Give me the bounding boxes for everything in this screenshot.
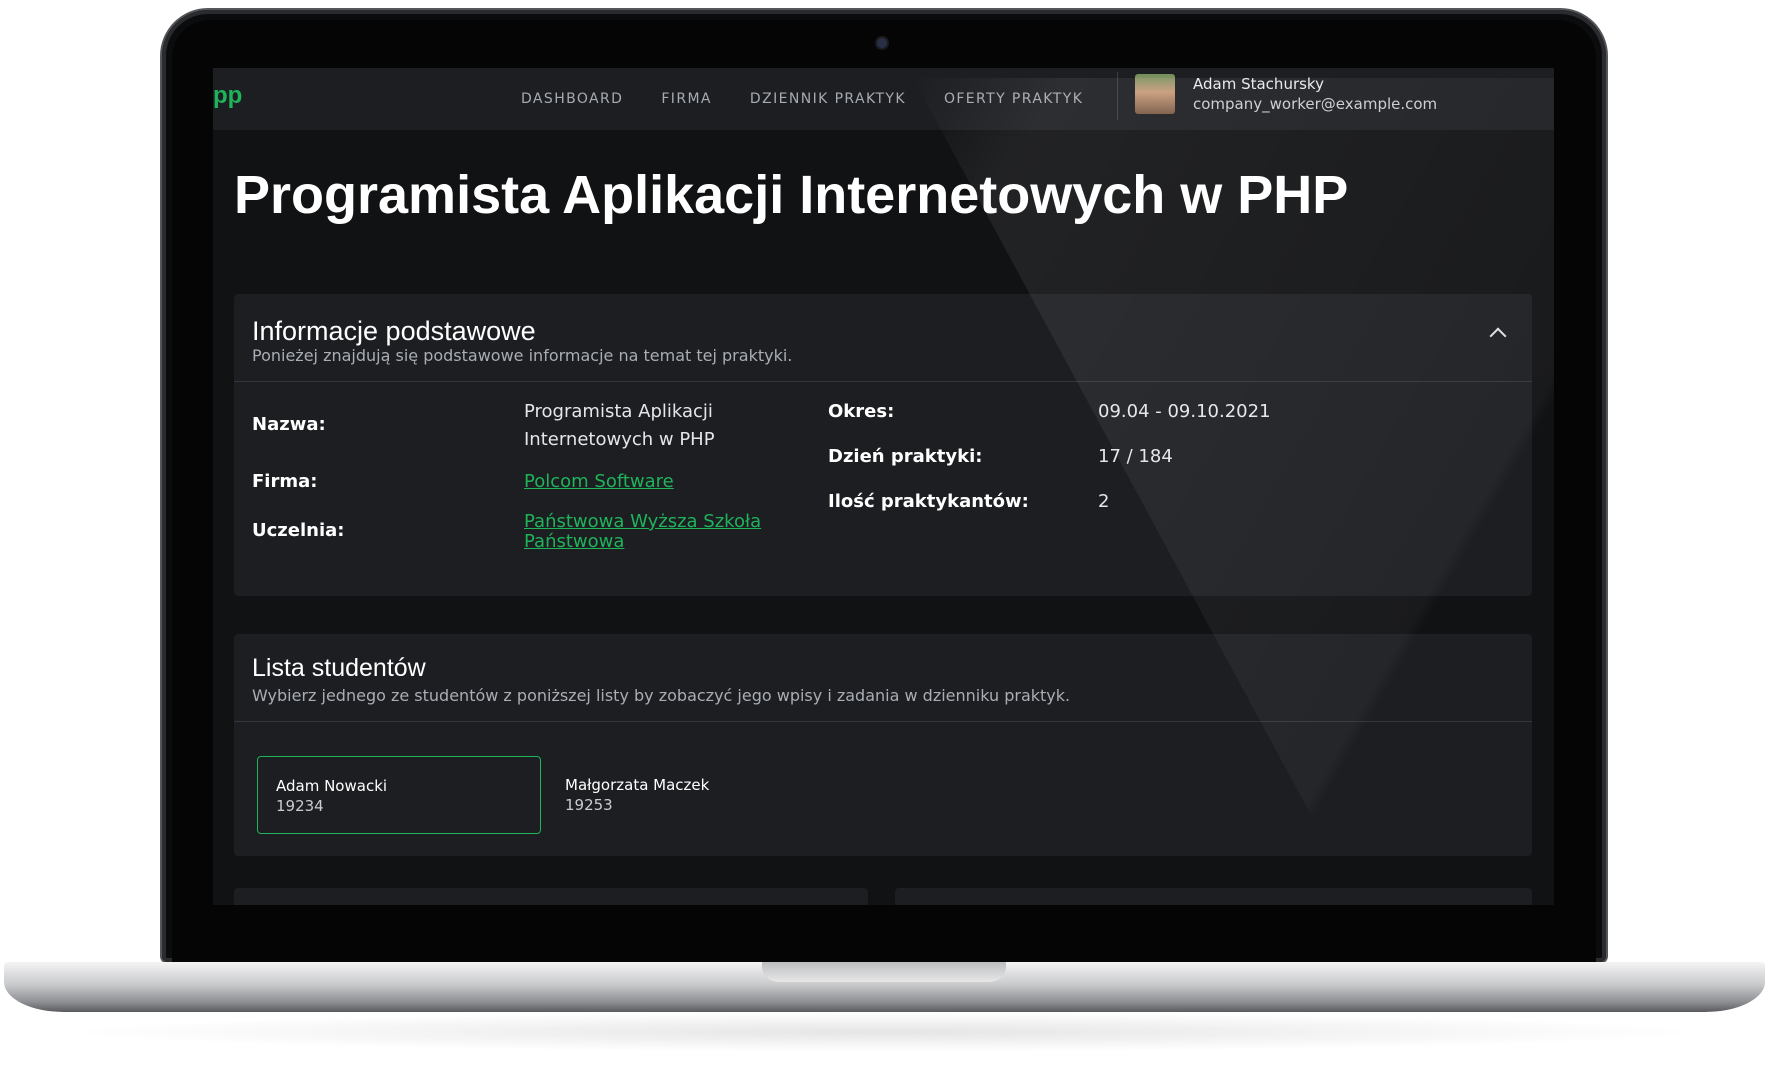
- company-link[interactable]: Polcom Software: [524, 472, 674, 492]
- label-period: Okres:: [828, 401, 895, 422]
- panel-right: [895, 888, 1532, 905]
- top-navbar: pp DASHBOARD FIRMA DZIENNIK PRAKTYK OFER…: [213, 68, 1554, 130]
- basic-info-subtitle: Ponieżej znajdują się podstawowe informa…: [252, 346, 793, 365]
- nav-dziennik-praktyk[interactable]: DZIENNIK PRAKTYK: [750, 91, 906, 107]
- label-count: Ilość praktykantów:: [828, 491, 1029, 512]
- student-name: Adam Nowacki: [276, 777, 388, 795]
- student-id: 19234: [276, 797, 324, 815]
- card-separator: [234, 381, 1532, 382]
- label-day: Dzień praktyki:: [828, 446, 983, 467]
- laptop-notch: [762, 962, 1006, 982]
- chevron-up-icon[interactable]: [1489, 327, 1507, 345]
- user-avatar[interactable]: [1135, 74, 1175, 114]
- page-title: Programista Aplikacji Internetowych w PH…: [234, 165, 1349, 225]
- students-subtitle: Wybierz jednego ze studentów z poniższej…: [252, 686, 1071, 705]
- student-id: 19253: [565, 796, 613, 814]
- student-name: Małgorzata Maczek: [565, 776, 710, 794]
- nav-dashboard[interactable]: DASHBOARD: [521, 91, 623, 107]
- label-company: Firma:: [252, 471, 318, 492]
- value-name: Programista Aplikacji Internetowych w PH…: [524, 401, 715, 450]
- card-separator: [234, 721, 1532, 722]
- user-email: company_worker@example.com: [1193, 95, 1438, 113]
- student-item-selected[interactable]: Adam Nowacki 19234: [257, 756, 541, 834]
- student-item[interactable]: Małgorzata Maczek 19253: [547, 756, 831, 834]
- app-screen: pp DASHBOARD FIRMA DZIENNIK PRAKTYK OFER…: [213, 68, 1554, 905]
- basic-info-title: Informacje podstawowe: [252, 316, 536, 346]
- students-card: Lista studentów Wybierz jednego ze stude…: [234, 634, 1532, 856]
- value-period: 09.04 - 09.10.2021: [1098, 401, 1271, 422]
- user-name[interactable]: Adam Stachursky: [1193, 75, 1324, 93]
- panel-left: [234, 888, 868, 905]
- laptop-mockup: pp DASHBOARD FIRMA DZIENNIK PRAKTYK OFER…: [0, 0, 1769, 1077]
- nav-oferty-praktyk[interactable]: OFERTY PRAKTYK: [944, 91, 1083, 107]
- nav-firma[interactable]: FIRMA: [661, 91, 712, 107]
- value-day: 17 / 184: [1098, 446, 1173, 467]
- basic-info-card: Informacje podstawowe Ponieżej znajdują …: [234, 294, 1532, 596]
- camera-icon: [877, 38, 887, 48]
- university-link[interactable]: Państwowa Wyższa Szkoła Państwowa: [524, 512, 784, 552]
- app-logo[interactable]: pp: [213, 82, 242, 110]
- label-name: Nazwa:: [252, 414, 326, 435]
- students-title: Lista studentów: [252, 654, 426, 682]
- laptop-shadow: [60, 1012, 1710, 1052]
- nav-divider: [1117, 72, 1118, 120]
- main-nav: DASHBOARD FIRMA DZIENNIK PRAKTYK OFERTY …: [521, 68, 1121, 130]
- value-count: 2: [1098, 491, 1110, 512]
- label-university: Uczelnia:: [252, 520, 345, 541]
